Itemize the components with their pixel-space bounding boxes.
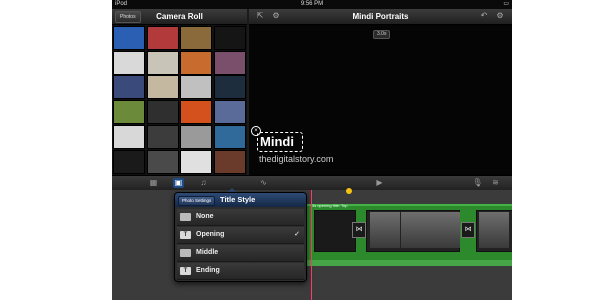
camera-roll-grid (112, 25, 247, 175)
timeline[interactable]: 3s opening title: Top ⋈ ⋈ (112, 188, 512, 300)
title-style-icon: T (180, 267, 191, 275)
photo-thumbnail[interactable] (180, 100, 212, 125)
audio-waveform-icon[interactable]: ∿ (258, 178, 269, 188)
photo-thumbnail[interactable] (146, 100, 179, 125)
photo-thumbnail[interactable] (180, 149, 212, 174)
camera-roll-title: Camera Roll (156, 12, 203, 21)
clip-frame (430, 212, 460, 248)
photo-thumbnail[interactable] (113, 124, 145, 149)
video-library-icon[interactable]: ▦ (148, 178, 159, 188)
waveform-toggle-icon[interactable]: ≋ (490, 178, 501, 188)
photos-icon[interactable]: ▣ (173, 178, 184, 188)
playhead[interactable] (311, 190, 312, 300)
clip-label: 3s opening title: Top (312, 203, 348, 208)
duration-badge: 3.0s (373, 30, 391, 39)
photo-thumbnail[interactable] (180, 124, 212, 149)
battery-icon: ▭ (503, 1, 509, 7)
popover-title: Title Style (220, 195, 256, 204)
clip-frame (479, 212, 509, 248)
title-style-option-none[interactable]: None (177, 209, 304, 226)
clip-frame (401, 212, 431, 248)
microphone-icon[interactable]: 🎙 (472, 178, 483, 188)
photo-thumbnail[interactable] (213, 50, 246, 75)
photo-thumbnail[interactable] (146, 124, 179, 149)
status-bar: iPod 9:56 PM ▭ (112, 0, 512, 9)
project-title: Mindi Portraits (352, 12, 409, 21)
undo-icon[interactable]: ↶ (479, 11, 489, 21)
photo-thumbnail[interactable] (113, 100, 145, 125)
photo-settings-back-button[interactable]: Photo Settings (178, 196, 216, 206)
checkmark-icon: ✓ (294, 231, 300, 238)
popover-header: Photo Settings Title Style (175, 193, 306, 207)
photo-thumbnail[interactable] (213, 149, 246, 174)
project-header: ⇱ ⚙ Mindi Portraits ↶ ⚙ (249, 9, 512, 25)
photo-thumbnail[interactable] (146, 75, 179, 100)
photo-thumbnail[interactable] (213, 100, 246, 125)
video-preview: 3.0s × Mindi thedigitalstory.com (249, 25, 512, 175)
audio-track[interactable] (307, 260, 512, 266)
gear-icon[interactable]: ⚙ (495, 11, 505, 21)
photo-thumbnail[interactable] (146, 26, 179, 50)
title-style-popover: Photo Settings Title Style None T Openin… (174, 192, 307, 282)
camera-roll-header: Photos Camera Roll (112, 9, 247, 25)
photo-thumbnail[interactable] (146, 149, 179, 174)
ipad-screen: iPod 9:56 PM ▭ Photos Camera Roll ⇱ ⚙ Mi… (112, 0, 512, 300)
option-label: None (196, 213, 214, 220)
photo-thumbnail[interactable] (180, 75, 212, 100)
title-style-icon (180, 213, 191, 221)
photo-thumbnail[interactable] (213, 124, 246, 149)
media-toolbar: ▦ ▣ ♫ ∿ ▶ 🎙 ≋ (112, 175, 512, 191)
music-icon[interactable]: ♫ (198, 178, 209, 188)
option-label: Middle (196, 249, 219, 256)
title-style-icon (180, 249, 191, 257)
watermark-text: thedigitalstory.com (259, 154, 334, 164)
title-style-option-opening[interactable]: T Opening ✓ (177, 227, 304, 244)
option-label: Opening (196, 231, 225, 238)
photo-thumbnail[interactable] (213, 26, 246, 50)
title-text-box[interactable]: Mindi (257, 132, 303, 152)
title-style-icon: T (180, 231, 191, 239)
clock: 9:56 PM (300, 1, 324, 7)
title-style-option-ending[interactable]: T Ending (177, 263, 304, 280)
photo-thumbnail[interactable] (113, 75, 145, 100)
transition-icon[interactable]: ⋈ (461, 222, 475, 238)
option-label: Ending (196, 267, 220, 274)
photo-thumbnail[interactable] (113, 26, 145, 50)
photo-thumbnail[interactable] (113, 149, 145, 174)
photo-thumbnail[interactable] (213, 75, 246, 100)
play-icon[interactable]: ▶ (374, 178, 385, 188)
photo-thumbnail[interactable] (113, 50, 145, 75)
photo-thumbnail[interactable] (146, 50, 179, 75)
photo-thumbnail[interactable] (180, 26, 212, 50)
marker-dot[interactable] (346, 188, 352, 194)
title-clip[interactable] (314, 210, 356, 252)
photo-thumbnail[interactable] (180, 50, 212, 75)
clip-frame (370, 212, 400, 248)
transition-icon[interactable]: ⋈ (352, 222, 366, 238)
title-style-option-middle[interactable]: Middle (177, 245, 304, 262)
